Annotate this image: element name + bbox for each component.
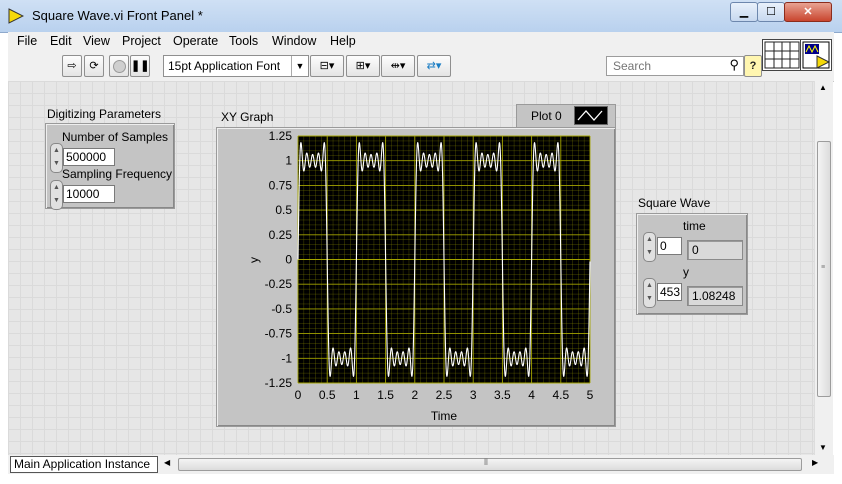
samples-input[interactable]: 500000 [63, 148, 115, 166]
y-tick-label: -1.25 [265, 376, 293, 390]
time-index-input[interactable]: 0 [657, 237, 682, 255]
y-tick-label: -0.25 [265, 277, 293, 291]
search-input[interactable] [613, 59, 713, 73]
horizontal-scroll-thumb[interactable]: ⦀ [178, 457, 802, 471]
y-tick-label: 0.5 [275, 203, 292, 217]
y-tick-label: -0.75 [265, 327, 293, 341]
x-tick-label: 0.5 [319, 388, 336, 402]
plot-legend[interactable]: Plot 0 [516, 104, 616, 128]
y-tick-label: 0 [285, 253, 292, 267]
menu-tools[interactable]: Tools [229, 34, 258, 48]
y-label: y [683, 265, 689, 279]
menu-window[interactable]: Window [272, 34, 316, 48]
run-continuously-icon[interactable]: ⟳ [84, 55, 104, 77]
search-box[interactable]: ⚲ [606, 56, 744, 76]
y-tick-label: 0.75 [269, 178, 293, 192]
menu-view[interactable]: View [83, 34, 110, 48]
menu-project[interactable]: Project [122, 34, 161, 48]
toolbar: ⇨ ⟳ ❚❚ 15pt Application Font ▼ ⊟▾ ⊞▾ ⇹▾ … [8, 51, 834, 82]
freq-label: Sampling Frequency [62, 167, 173, 181]
menu-operate[interactable]: Operate [173, 34, 218, 48]
time-index-spinner-icon[interactable]: ▲ ▼ [643, 232, 656, 262]
scroll-left-icon[interactable]: ◀ [164, 458, 170, 467]
labview-run-icon [8, 8, 24, 24]
vertical-scrollbar[interactable]: ▲ ≡ ▼ [814, 81, 833, 455]
reorder-icon[interactable]: ⇄▾ [417, 55, 451, 77]
menu-file[interactable]: File [17, 34, 37, 48]
freq-spinner-icon[interactable]: ▲ ▼ [50, 180, 63, 210]
y-value: 1.08248 [687, 286, 743, 306]
freq-input[interactable]: 10000 [63, 185, 115, 203]
font-select-value: 15pt Application Font [168, 59, 281, 73]
distribute-objects-icon[interactable]: ⊞▾ [346, 55, 380, 77]
connector-pane-icon[interactable] [762, 39, 802, 71]
menu-help[interactable]: Help [330, 34, 356, 48]
maximize-button[interactable]: ☐ [757, 2, 785, 22]
x-axis-label: Time [431, 409, 458, 423]
abort-icon[interactable] [109, 55, 129, 77]
x-tick-label: 5 [587, 388, 594, 402]
legend-line-icon [574, 106, 608, 125]
x-tick-label: 0 [295, 388, 302, 402]
y-index-spinner-icon[interactable]: ▲ ▼ [643, 278, 656, 308]
status-bar: Main Application Instance ◀ ⦀ ▶ [8, 455, 834, 474]
font-select[interactable]: 15pt Application Font ▼ [163, 55, 309, 77]
window-title: Square Wave.vi Front Panel * [32, 8, 203, 23]
x-tick-label: 4 [528, 388, 535, 402]
align-objects-icon[interactable]: ⊟▾ [310, 55, 344, 77]
menu-bar: File Edit View Project Operate Tools Win… [8, 32, 834, 51]
y-tick-label: 1 [285, 154, 292, 168]
y-tick-label: 1.25 [269, 129, 293, 143]
scroll-up-icon[interactable]: ▲ [819, 83, 827, 92]
x-tick-label: 1.5 [377, 388, 394, 402]
close-button[interactable]: ✕ [784, 2, 832, 22]
minimize-button[interactable]: ▁ [730, 2, 758, 22]
y-index-input[interactable]: 453 [657, 283, 682, 301]
resize-objects-icon[interactable]: ⇹▾ [381, 55, 415, 77]
scroll-down-icon[interactable]: ▼ [819, 443, 827, 452]
vi-icon[interactable] [800, 39, 832, 71]
square-wave-title: Square Wave [638, 196, 711, 210]
pause-icon[interactable]: ❚❚ [130, 55, 150, 77]
time-value: 0 [687, 240, 743, 260]
x-tick-label: 2.5 [436, 388, 453, 402]
x-tick-label: 3.5 [494, 388, 511, 402]
vertical-scroll-thumb[interactable]: ≡ [817, 141, 831, 397]
x-tick-label: 2 [411, 388, 418, 402]
title-bar: Square Wave.vi Front Panel * ▁ ☐ ✕ [0, 0, 842, 33]
y-axis-label: y [247, 257, 261, 263]
x-tick-label: 4.5 [552, 388, 569, 402]
xy-graph-plot: 0 0.5 1 1.5 2 2.5 3 3.5 4 4.5 5 1.25 1 0.75 0.5 0.25 0 -0… [247, 129, 594, 423]
x-tick-label: 1 [353, 388, 360, 402]
menu-edit[interactable]: Edit [50, 34, 72, 48]
y-tick-label: -0.5 [271, 302, 292, 316]
search-icon[interactable]: ⚲ [729, 57, 739, 73]
time-label: time [683, 219, 706, 233]
chevron-down-icon: ▼ [291, 56, 308, 76]
graph-title: XY Graph [221, 110, 274, 124]
context-help-button[interactable]: ? [744, 55, 762, 77]
digitizing-title: Digitizing Parameters [47, 107, 162, 121]
scroll-right-icon[interactable]: ▶ [812, 458, 818, 467]
y-tick-label: -1 [281, 351, 292, 365]
legend-label: Plot 0 [531, 109, 562, 123]
application-instance[interactable]: Main Application Instance [10, 456, 158, 473]
horizontal-scrollbar[interactable]: ◀ ⦀ ▶ [160, 456, 822, 473]
run-arrow-icon[interactable]: ⇨ [62, 55, 82, 77]
x-tick-label: 3 [470, 388, 477, 402]
y-tick-label: 0.25 [269, 228, 293, 242]
samples-label: Number of Samples [62, 130, 169, 144]
